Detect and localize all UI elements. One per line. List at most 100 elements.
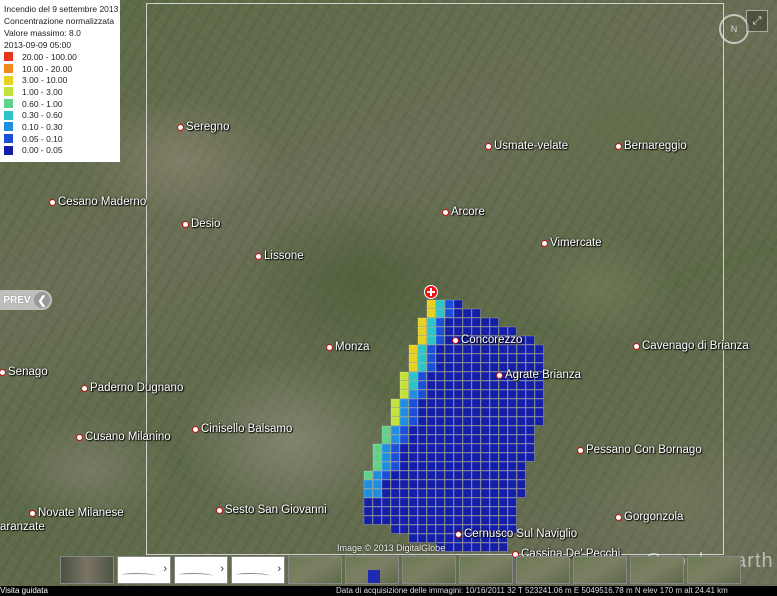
place-paderno-dugnano[interactable]: Paderno Dugnano — [82, 382, 183, 394]
plume-cell — [363, 506, 373, 516]
plume-cell — [408, 515, 418, 525]
plume-cell — [444, 380, 454, 390]
plume-cell — [489, 317, 499, 327]
plume-cell — [480, 389, 490, 399]
filmstrip-thumbnail[interactable]: › — [231, 556, 285, 584]
plume-cell — [426, 443, 436, 453]
filmstrip-thumbnail[interactable] — [288, 556, 342, 584]
plume-cell — [444, 497, 454, 507]
plume-cell — [372, 488, 382, 498]
plume-cell — [507, 344, 517, 354]
filmstrip-thumbnail[interactable] — [402, 556, 456, 584]
place-pessano-con-bornago[interactable]: Pessano Con Bornago — [578, 444, 702, 456]
plume-cell — [534, 416, 544, 426]
filmstrip-thumbnail[interactable] — [60, 556, 114, 584]
plume-cell — [480, 443, 490, 453]
prev-button[interactable]: PREV ❮ — [0, 290, 52, 310]
place-usmate-velate[interactable]: Usmate-velate — [486, 140, 568, 152]
plume-cell — [498, 488, 508, 498]
filmstrip-thumbnail[interactable] — [630, 556, 684, 584]
filmstrip-thumbnail[interactable]: › — [117, 556, 171, 584]
plume-cell — [453, 299, 463, 309]
plume-cell — [390, 416, 400, 426]
place-marker-icon — [616, 514, 621, 520]
fire-source-icon[interactable] — [424, 285, 438, 299]
prev-label: PREV — [3, 294, 31, 306]
filmstrip-thumbnail[interactable]: › — [174, 556, 228, 584]
plume-cell — [480, 344, 490, 354]
place-cernusco-sul-naviglio[interactable]: Cernusco Sul Naviglio — [456, 528, 577, 540]
legend-entry: 0.60 - 1.00 — [4, 98, 116, 110]
plume-cell — [516, 425, 526, 435]
plume-cell — [462, 452, 472, 462]
guided-tour-button[interactable]: Visita guidata — [0, 586, 48, 596]
place-marker-icon — [30, 510, 35, 516]
plume-cell — [498, 497, 508, 507]
place-senago[interactable]: Senago — [0, 366, 48, 378]
plume-cell — [453, 308, 463, 318]
compass-icon[interactable]: N — [719, 14, 749, 44]
plume-cell — [471, 389, 481, 399]
plume-cell — [399, 398, 409, 408]
plume-cell — [390, 407, 400, 417]
plume-cell — [426, 506, 436, 516]
place-cusano-milanino[interactable]: Cusano Milanino — [77, 431, 171, 443]
plume-cell — [435, 425, 445, 435]
plume-cell — [453, 470, 463, 480]
place-vimercate[interactable]: Vimercate — [542, 237, 602, 249]
place-baranzate[interactable]: aranzate — [0, 521, 45, 533]
place-bernareggio[interactable]: Bernareggio — [616, 140, 687, 152]
place-desio[interactable]: Desio — [183, 218, 220, 230]
fullscreen-icon[interactable]: ⤢ — [746, 10, 768, 32]
place-monza[interactable]: Monza — [327, 341, 370, 353]
place-gorgonzola[interactable]: Gorgonzola — [616, 511, 683, 523]
plume-cell — [444, 452, 454, 462]
place-agrate-brianza[interactable]: Agrate Brianza — [497, 369, 581, 381]
filmstrip-thumbnail[interactable] — [687, 556, 741, 584]
place-cinisello-balsamo[interactable]: Cinisello Balsamo — [193, 423, 292, 435]
plume-cell — [435, 407, 445, 417]
filmstrip-thumbnail[interactable] — [345, 556, 399, 584]
plume-cell — [435, 524, 445, 534]
place-lissone[interactable]: Lissone — [256, 250, 304, 262]
plume-cell — [372, 515, 382, 525]
plume-cell — [480, 380, 490, 390]
status-info: Data di acquisizione delle immagini: 10/… — [336, 586, 728, 595]
plume-cell — [381, 470, 391, 480]
filmstrip-thumbnail[interactable] — [516, 556, 570, 584]
plume-cell — [507, 452, 517, 462]
plume-cell — [390, 425, 400, 435]
plume-cell — [453, 353, 463, 363]
plume-cell — [426, 380, 436, 390]
filmstrip-thumbnail[interactable] — [573, 556, 627, 584]
place-arcore[interactable]: Arcore — [443, 206, 485, 218]
filmstrip-thumbnail[interactable] — [459, 556, 513, 584]
plume-cell — [399, 443, 409, 453]
plume-cell — [417, 344, 427, 354]
plume-cell — [453, 452, 463, 462]
plume-cell — [471, 506, 481, 516]
plume-cell — [435, 389, 445, 399]
place-concorezzo[interactable]: Concorezzo — [453, 334, 522, 346]
plume-cell — [435, 443, 445, 453]
place-cesano-maderno[interactable]: Cesano Maderno — [50, 196, 146, 208]
plume-cell — [426, 452, 436, 462]
plume-cell — [426, 299, 436, 309]
place-sesto-san-giovanni[interactable]: Sesto San Giovanni — [217, 504, 327, 516]
place-cavenago-di-brianza[interactable]: Cavenago di Brianza — [634, 340, 749, 352]
place-novate-milanese[interactable]: Novate Milanese — [30, 507, 124, 519]
plume-cell — [498, 416, 508, 426]
plume-cell — [435, 497, 445, 507]
plume-cell — [408, 416, 418, 426]
plume-cell — [507, 353, 517, 363]
plume-cell — [390, 488, 400, 498]
plume-cell — [417, 389, 427, 399]
plume-cell — [408, 443, 418, 453]
plume-cell — [480, 542, 490, 552]
plume-cell — [534, 398, 544, 408]
plume-cell — [471, 479, 481, 489]
plume-cell — [507, 389, 517, 399]
place-seregno[interactable]: Seregno — [178, 121, 229, 133]
place-marker-icon — [497, 372, 502, 378]
plume-cell — [507, 398, 517, 408]
